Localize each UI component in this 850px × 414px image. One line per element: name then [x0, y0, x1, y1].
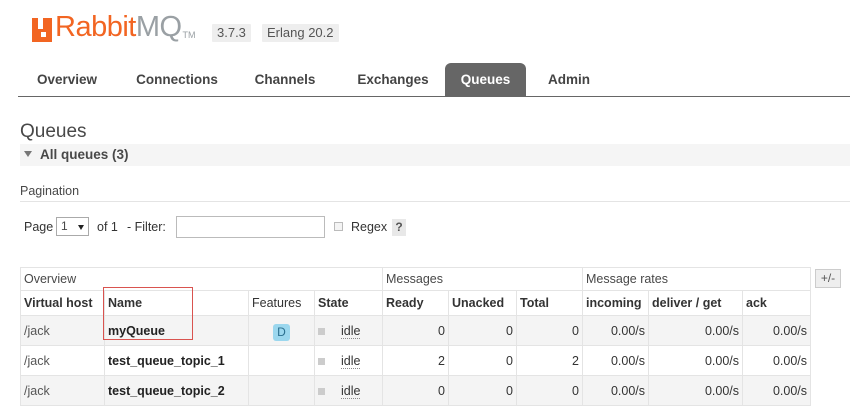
- logo-text-mq: MQ: [135, 11, 182, 43]
- cell-ready: 2: [382, 345, 449, 376]
- cell-incoming: 0.00/s: [582, 345, 649, 376]
- table-row[interactable]: /jack test_queue_topic_1 idle 2 0 2 0.00…: [20, 345, 811, 376]
- queues-table: Overview Messages Message rates Virtual …: [20, 267, 811, 406]
- cell-state: idle: [314, 315, 383, 346]
- cell-unacked: 0: [448, 375, 517, 406]
- group-header-messages: Messages: [382, 267, 583, 291]
- cell-deliver-get: 0.00/s: [648, 315, 743, 346]
- regex-label: Regex: [351, 220, 388, 234]
- rabbitmq-logo[interactable]: Rabbit MQ TM: [32, 12, 196, 42]
- cell-virtual-host: /jack: [20, 315, 105, 346]
- queue-name-link[interactable]: test_queue_topic_1: [104, 345, 249, 376]
- cell-state: idle: [314, 375, 383, 406]
- cell-incoming: 0.00/s: [582, 375, 649, 406]
- group-header-message-rates: Message rates: [582, 267, 811, 291]
- state-indicator-icon: [318, 387, 325, 395]
- tab-channels[interactable]: Channels: [242, 63, 328, 96]
- cell-deliver-get: 0.00/s: [648, 345, 743, 376]
- cell-features: [248, 375, 315, 406]
- column-header-ack[interactable]: ack: [742, 290, 811, 316]
- column-header-features: Features: [248, 290, 315, 316]
- main-nav-tabs: Overview Connections Channels Exchanges …: [18, 63, 850, 97]
- table-row[interactable]: /jack test_queue_topic_2 idle 0 0 0 0.00…: [20, 375, 811, 406]
- tab-connections[interactable]: Connections: [122, 63, 232, 96]
- cell-ready: 0: [382, 315, 449, 346]
- logo-trademark: TM: [182, 30, 196, 40]
- column-header-deliver-get[interactable]: deliver / get: [648, 290, 743, 316]
- cell-features: D: [248, 315, 315, 346]
- tab-queues[interactable]: Queues: [445, 63, 526, 96]
- state-text: idle: [341, 353, 361, 369]
- regex-help-button[interactable]: ?: [392, 219, 406, 236]
- column-header-state[interactable]: State: [314, 290, 383, 316]
- cell-state: idle: [314, 345, 383, 376]
- cell-total: 2: [516, 345, 583, 376]
- filter-input[interactable]: [176, 216, 325, 238]
- tab-exchanges[interactable]: Exchanges: [342, 63, 444, 96]
- state-text: idle: [341, 383, 361, 399]
- cell-ack: 0.00/s: [742, 345, 811, 376]
- rabbitmq-logo-icon: [32, 18, 52, 42]
- cell-unacked: 0: [448, 315, 517, 346]
- state-indicator-icon: [318, 327, 325, 335]
- queue-name-link[interactable]: test_queue_topic_2: [104, 375, 249, 406]
- page-count-label: of 1: [97, 220, 118, 234]
- column-header-unacked[interactable]: Unacked: [448, 290, 517, 316]
- cell-features: [248, 345, 315, 376]
- cell-deliver-get: 0.00/s: [648, 375, 743, 406]
- page-select[interactable]: 1: [56, 217, 89, 236]
- column-header-virtual-host[interactable]: Virtual host: [20, 290, 105, 316]
- collapse-triangle-icon: [24, 151, 32, 157]
- cell-ready: 0: [382, 375, 449, 406]
- state-text: idle: [341, 323, 361, 339]
- group-header-overview: Overview: [20, 267, 383, 291]
- all-queues-section-toggle[interactable]: All queues (3): [20, 144, 850, 166]
- column-header-total[interactable]: Total: [516, 290, 583, 316]
- state-indicator-icon: [318, 357, 325, 365]
- pagination-heading: Pagination: [20, 184, 80, 198]
- cell-incoming: 0.00/s: [582, 315, 649, 346]
- cell-virtual-host: /jack: [20, 375, 105, 406]
- page-title: Queues: [20, 121, 87, 142]
- tab-overview[interactable]: Overview: [22, 63, 112, 96]
- dropdown-arrow-icon: [78, 225, 84, 230]
- cell-ack: 0.00/s: [742, 375, 811, 406]
- regex-checkbox[interactable]: [334, 222, 343, 231]
- column-header-ready[interactable]: Ready: [382, 290, 449, 316]
- column-header-incoming[interactable]: incoming: [582, 290, 649, 316]
- pagination-divider: [20, 201, 850, 202]
- column-header-name[interactable]: Name: [104, 290, 249, 316]
- cell-total: 0: [516, 375, 583, 406]
- cell-ack: 0.00/s: [742, 315, 811, 346]
- logo-text-rabbit: Rabbit: [55, 11, 136, 43]
- rabbitmq-version-badge: 3.7.3: [212, 24, 251, 42]
- durable-badge: D: [273, 324, 290, 341]
- table-row[interactable]: /jack myQueue D idle 0 0 0 0.00/s 0.00/s…: [20, 315, 811, 346]
- filter-label: - Filter:: [127, 220, 166, 234]
- page-label: Page: [24, 220, 54, 234]
- erlang-version-badge: Erlang 20.2: [262, 24, 339, 42]
- tab-admin[interactable]: Admin: [534, 63, 604, 96]
- cell-unacked: 0: [448, 345, 517, 376]
- page-select-value: 1: [61, 219, 68, 233]
- cell-virtual-host: /jack: [20, 345, 105, 376]
- cell-total: 0: [516, 315, 583, 346]
- column-toggle-button[interactable]: +/-: [815, 269, 841, 288]
- queue-name-link[interactable]: myQueue: [104, 315, 249, 346]
- section-heading: All queues (3): [40, 147, 129, 162]
